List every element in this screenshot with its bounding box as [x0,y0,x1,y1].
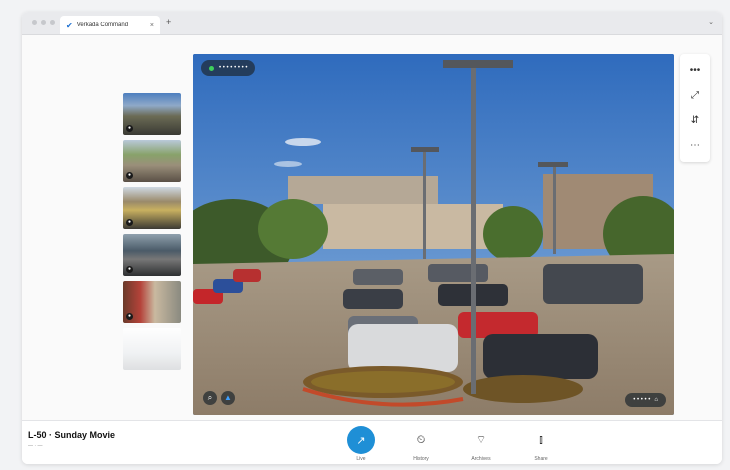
live-status-pill: • • • • • • • • [201,60,256,76]
camera-subtitle: — · — [28,443,43,449]
minimize-window-dot[interactable] [41,20,46,25]
maximize-window-dot[interactable] [50,20,55,25]
camera-icon: ● [126,125,133,132]
verkada-logo-icon: ✔ [66,20,73,30]
view-tool-rail: ••• ⤢ ⇵ ⋯ [680,54,710,162]
zoom-icon[interactable]: ⌕ [203,391,217,405]
tab-verkada-command[interactable]: ✔ Verkada Command × [60,16,160,34]
camera-icon: ● [126,266,133,273]
camera-thumbnail[interactable]: ● [123,281,181,323]
camera-thumbnail[interactable]: ● [123,234,181,276]
live-label: • • • • • • • • [219,65,248,71]
camera-title: L-50 · Sunday Movie [28,430,116,440]
history-action-label: History [413,456,429,462]
chevron-down-icon[interactable]: ⌄ [708,18,714,26]
window-controls [32,20,55,25]
tab-title: Verkada Command [76,22,129,28]
close-icon[interactable]: × [150,22,154,29]
camera-thumbnail[interactable]: ● [123,140,181,182]
camera-thumbnail[interactable]: ● [123,93,181,135]
close-window-dot[interactable] [32,20,37,25]
live-icon: ↗ [347,426,375,454]
archives-action-button[interactable]: ⌔ Archives [466,426,496,462]
more-options-icon[interactable]: ••• [690,65,701,76]
playback-actions: ↗ Live ⏲ History ⌔ Archives ⫾ Share [346,426,556,462]
camera-icon: ● [126,172,133,179]
live-dot-icon [209,65,214,71]
home-icon: ⌂ [654,397,658,403]
browser-window: ✔ Verkada Command × + ⌄ ● ● ● ● ● • • • … [22,12,722,464]
camera-info-bar: L-50 · Sunday Movie — · — ↗ Live ⏲ Histo… [22,420,722,464]
share-action-button[interactable]: ⫾ Share [526,426,556,463]
camera-thumbnail-list: ● ● ● ● ● [123,93,181,375]
zoom-controls: ⌕ ▲ [203,391,235,405]
tab-bar: ✔ Verkada Command × + ⌄ [22,12,722,35]
archive-icon: ⌔ [475,434,487,446]
snapshot-label: • • • • • [633,397,651,403]
share-action-label: Share [534,456,548,462]
settings-icon[interactable]: ⋯ [690,140,700,151]
archives-action-label: Archives [471,456,491,462]
share-icon: ⫾ [539,433,543,446]
live-action-button[interactable]: ↗ Live [346,426,376,462]
snapshot-button[interactable]: • • • • • ⌂ [625,393,666,407]
camera-thumbnail[interactable] [123,328,181,370]
history-action-button[interactable]: ⏲ History [406,426,436,463]
main-content: ● ● ● ● ● • • • • • • • • ⌕ ▲ • • • • • … [22,35,722,464]
history-icon: ⏲ [416,433,426,446]
adjust-icon[interactable]: ⇵ [691,115,699,126]
new-tab-button[interactable]: + [166,17,171,27]
ptz-up-icon[interactable]: ▲ [221,391,235,405]
live-action-label: Live [356,456,366,462]
camera-live-view[interactable]: • • • • • • • • ⌕ ▲ • • • • • ⌂ [193,54,674,415]
parking-lot-scene [193,54,674,415]
camera-thumbnail[interactable]: ● [123,187,181,229]
camera-icon: ● [126,219,133,226]
expand-icon[interactable]: ⤢ [691,90,699,101]
camera-icon: ● [126,313,133,320]
